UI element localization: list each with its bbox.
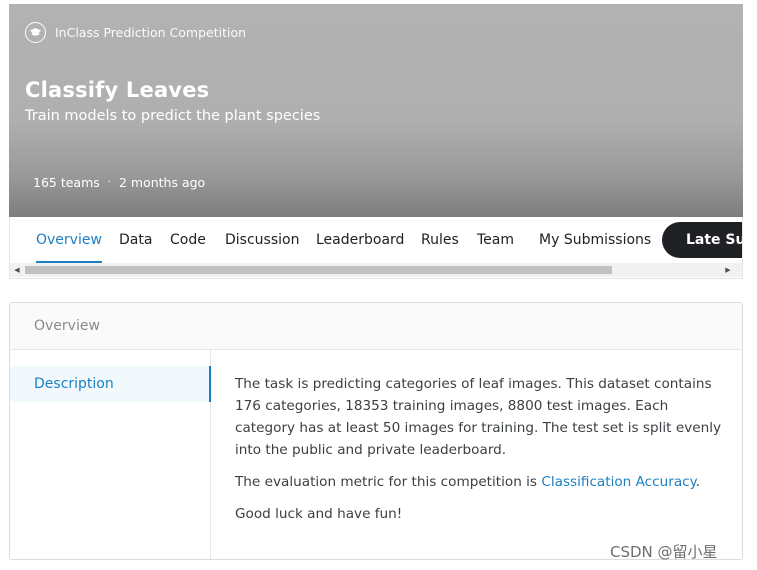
competition-meta: 165 teams · 2 months ago: [33, 175, 205, 190]
panel-header: Overview: [10, 303, 742, 350]
scroll-thumb[interactable]: [25, 266, 612, 274]
tab-team[interactable]: Team: [477, 217, 514, 263]
competition-tab-bar: Overview Data Code Discussion Leaderboar…: [9, 217, 743, 279]
description-paragraph: The task is predicting categories of lea…: [235, 376, 722, 458]
tab-code[interactable]: Code: [170, 217, 206, 263]
scroll-right-arrow-icon[interactable]: ▶: [723, 265, 733, 275]
watermark: CSDN @留小星: [610, 543, 718, 561]
metric-prefix: The evaluation metric for this competiti…: [235, 474, 542, 490]
tab-overview[interactable]: Overview: [36, 217, 102, 263]
overview-panel: Overview Description The task is predict…: [9, 302, 743, 560]
tab-rules[interactable]: Rules: [421, 217, 459, 263]
overview-side-nav: Description: [10, 350, 211, 559]
panel-body: Description The task is predicting categ…: [10, 350, 742, 559]
tab-leaderboard[interactable]: Leaderboard: [316, 217, 404, 263]
competition-header: InClass Prediction Competition Classify …: [9, 4, 743, 217]
scroll-left-arrow-icon[interactable]: ◀: [12, 265, 22, 275]
tab-my-submissions[interactable]: My Submissions: [539, 217, 651, 263]
closing-paragraph: Good luck and have fun!: [235, 506, 403, 522]
side-nav-item-description[interactable]: Description: [10, 366, 211, 402]
team-count[interactable]: 165 teams: [33, 175, 100, 190]
metric-suffix: .: [695, 474, 701, 490]
competition-type: InClass Prediction Competition: [25, 21, 247, 43]
tab-data[interactable]: Data: [119, 217, 152, 263]
meta-separator: ·: [107, 177, 111, 188]
competition-type-label: InClass Prediction Competition: [55, 24, 247, 40]
late-submission-button[interactable]: Late Su: [662, 222, 742, 258]
tab-discussion[interactable]: Discussion: [225, 217, 299, 263]
tab-scrollbar[interactable]: ◀ ▶: [10, 263, 742, 277]
competition-age: 2 months ago: [118, 175, 206, 190]
graduation-cap-icon: [25, 21, 46, 43]
evaluation-metric-paragraph: The evaluation metric for this competiti…: [235, 471, 725, 493]
description-content: The task is predicting categories of lea…: [235, 373, 725, 535]
competition-title: Classify Leaves: [25, 78, 210, 102]
classification-accuracy-link[interactable]: Classification Accuracy: [541, 474, 695, 490]
competition-subtitle: Train models to predict the plant specie…: [25, 108, 321, 124]
